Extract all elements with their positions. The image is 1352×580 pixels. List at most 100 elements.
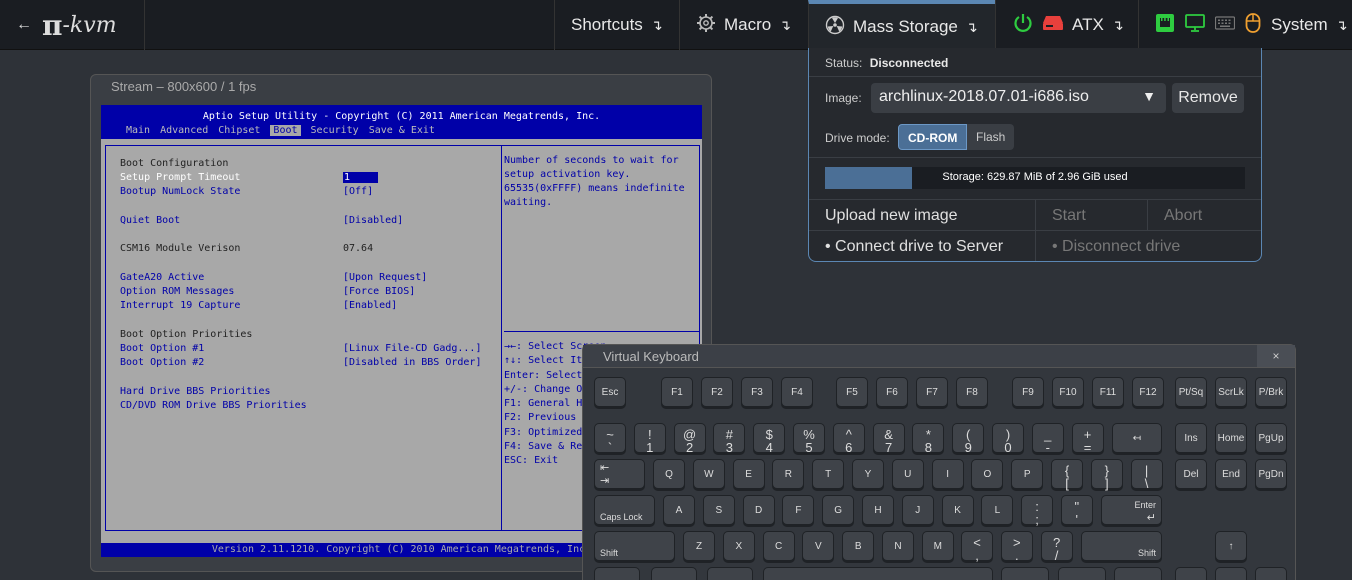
- key-f7[interactable]: F7: [916, 377, 948, 407]
- key-f10[interactable]: F10: [1052, 377, 1084, 407]
- upload-image-button[interactable]: Upload new image: [809, 199, 1036, 230]
- key-6[interactable]: ^ 6: [832, 423, 865, 454]
- key-o[interactable]: O: [971, 459, 1004, 489]
- key-f5[interactable]: F5: [836, 377, 868, 407]
- key-z[interactable]: Z: [683, 531, 715, 561]
- key-3[interactable]: #3: [713, 423, 746, 454]
- virtual-keyboard-window[interactable]: Virtual Keyboard × Esc F1 F2 F3 F4 F5 F6 F7 F8 F9…: [582, 344, 1296, 580]
- drive-mode-flash-button[interactable]: Flash: [967, 124, 1015, 150]
- key-ins[interactable]: Ins: [1175, 423, 1207, 453]
- msd-image-select[interactable]: archlinux-2018.07.01-i686.iso ▼: [871, 83, 1166, 113]
- key-modifier[interactable]: [651, 567, 697, 580]
- key-arrow[interactable]: [1215, 567, 1247, 580]
- key-arrow-up[interactable]: ↑: [1215, 531, 1247, 561]
- key-enter[interactable]: Enter ↵: [1101, 495, 1162, 525]
- key-pgdn[interactable]: PgDn: [1255, 459, 1287, 489]
- menu-system[interactable]: System ↴: [1138, 0, 1352, 50]
- key-f12[interactable]: F12: [1132, 377, 1164, 407]
- menu-atx[interactable]: ATX ↴: [995, 0, 1138, 50]
- key-9[interactable]: (9: [952, 423, 985, 454]
- menu-mass-storage[interactable]: Mass Storage ↴: [808, 0, 995, 50]
- disconnect-drive-button[interactable]: • Disconnect drive: [1036, 230, 1261, 261]
- key-2[interactable]: @2: [673, 423, 706, 454]
- key-t[interactable]: T: [812, 459, 845, 489]
- key-punct[interactable]: ? /: [1040, 531, 1073, 562]
- logo[interactable]: ← π -kvm: [0, 0, 145, 50]
- key-w[interactable]: W: [692, 459, 725, 489]
- key-e[interactable]: E: [732, 459, 765, 489]
- key-bracket[interactable]: | \: [1130, 459, 1163, 490]
- key-f[interactable]: F: [782, 495, 815, 525]
- key-n[interactable]: N: [882, 531, 914, 561]
- key-f9[interactable]: F9: [1012, 377, 1044, 407]
- key-x[interactable]: X: [722, 531, 755, 561]
- key-y[interactable]: Y: [852, 459, 884, 489]
- key-0[interactable]: ) 0: [992, 423, 1024, 454]
- key-arrow[interactable]: [1255, 567, 1287, 580]
- key-punct[interactable]: :;: [1021, 495, 1053, 526]
- key-k[interactable]: K: [941, 495, 974, 525]
- key-u[interactable]: U: [891, 459, 924, 489]
- key-m[interactable]: M: [921, 531, 954, 561]
- key-modifier[interactable]: [594, 567, 640, 580]
- key-f3[interactable]: F3: [741, 377, 773, 407]
- key-del[interactable]: Del: [1175, 459, 1207, 489]
- key-v[interactable]: V: [802, 531, 835, 561]
- key-space[interactable]: [763, 567, 993, 580]
- key-a[interactable]: A: [663, 495, 695, 525]
- key-caps-lock[interactable]: Caps Lock: [594, 495, 655, 525]
- key-f4[interactable]: F4: [781, 377, 813, 407]
- key-7[interactable]: & 7: [872, 423, 905, 454]
- key-punct[interactable]: <,: [961, 531, 993, 562]
- key-f11[interactable]: F11: [1092, 377, 1124, 407]
- key-g[interactable]: G: [822, 495, 855, 525]
- key-tab[interactable]: ⇤ ⇥: [594, 459, 645, 489]
- key-r[interactable]: R: [772, 459, 805, 489]
- key-1[interactable]: ! 1: [633, 423, 666, 454]
- close-icon[interactable]: ×: [1257, 345, 1295, 367]
- key-pause-break[interactable]: P/Brk: [1255, 377, 1287, 407]
- key-end[interactable]: End: [1215, 459, 1247, 489]
- key-f6[interactable]: F6: [876, 377, 908, 407]
- key-=[interactable]: + =: [1071, 423, 1104, 454]
- key-home[interactable]: Home: [1215, 423, 1247, 453]
- key-c[interactable]: C: [762, 531, 795, 561]
- key-j[interactable]: J: [901, 495, 934, 525]
- upload-abort-button[interactable]: Abort: [1148, 199, 1261, 230]
- key-5[interactable]: % 5: [793, 423, 825, 454]
- key-d[interactable]: D: [742, 495, 775, 525]
- vkb-header[interactable]: Virtual Keyboard ×: [583, 345, 1295, 368]
- key-q[interactable]: Q: [653, 459, 685, 489]
- key-pgup[interactable]: PgUp: [1255, 423, 1287, 453]
- key-s[interactable]: S: [702, 495, 735, 525]
- key-print-screen[interactable]: Pt/Sq: [1175, 377, 1207, 407]
- key-modifier[interactable]: [707, 567, 753, 580]
- key-shift-right[interactable]: Shift: [1081, 531, 1162, 561]
- key-punct[interactable]: >.: [1000, 531, 1033, 562]
- key-p[interactable]: P: [1011, 459, 1044, 489]
- key-f1[interactable]: F1: [661, 377, 693, 407]
- key-l[interactable]: L: [981, 495, 1014, 525]
- key-8[interactable]: * 8: [912, 423, 945, 454]
- upload-start-button[interactable]: Start: [1036, 199, 1148, 230]
- key-b[interactable]: B: [842, 531, 875, 561]
- key-esc[interactable]: Esc: [594, 377, 626, 407]
- key-backspace[interactable]: ↤: [1112, 423, 1162, 453]
- drive-mode-cdrom-button[interactable]: CD-ROM: [898, 124, 968, 150]
- menu-shortcuts[interactable]: Shortcuts ↴: [554, 0, 679, 50]
- key-f8[interactable]: F8: [956, 377, 988, 407]
- connect-drive-button[interactable]: • Connect drive to Server: [809, 230, 1036, 261]
- back-arrow-icon[interactable]: ←: [16, 16, 32, 34]
- key-`[interactable]: ~ `: [594, 423, 626, 454]
- key-i[interactable]: I: [931, 459, 964, 489]
- key-arrow[interactable]: [1175, 567, 1207, 580]
- key-bracket[interactable]: }]: [1090, 459, 1123, 490]
- key-modifier[interactable]: [1114, 567, 1162, 580]
- key--[interactable]: _ -: [1031, 423, 1064, 454]
- key-f2[interactable]: F2: [701, 377, 733, 407]
- key-h[interactable]: H: [862, 495, 894, 525]
- key-modifier[interactable]: [1058, 567, 1106, 580]
- key-modifier[interactable]: [1001, 567, 1049, 580]
- remove-image-button[interactable]: Remove: [1172, 83, 1244, 113]
- key-shift-left[interactable]: Shift: [594, 531, 675, 561]
